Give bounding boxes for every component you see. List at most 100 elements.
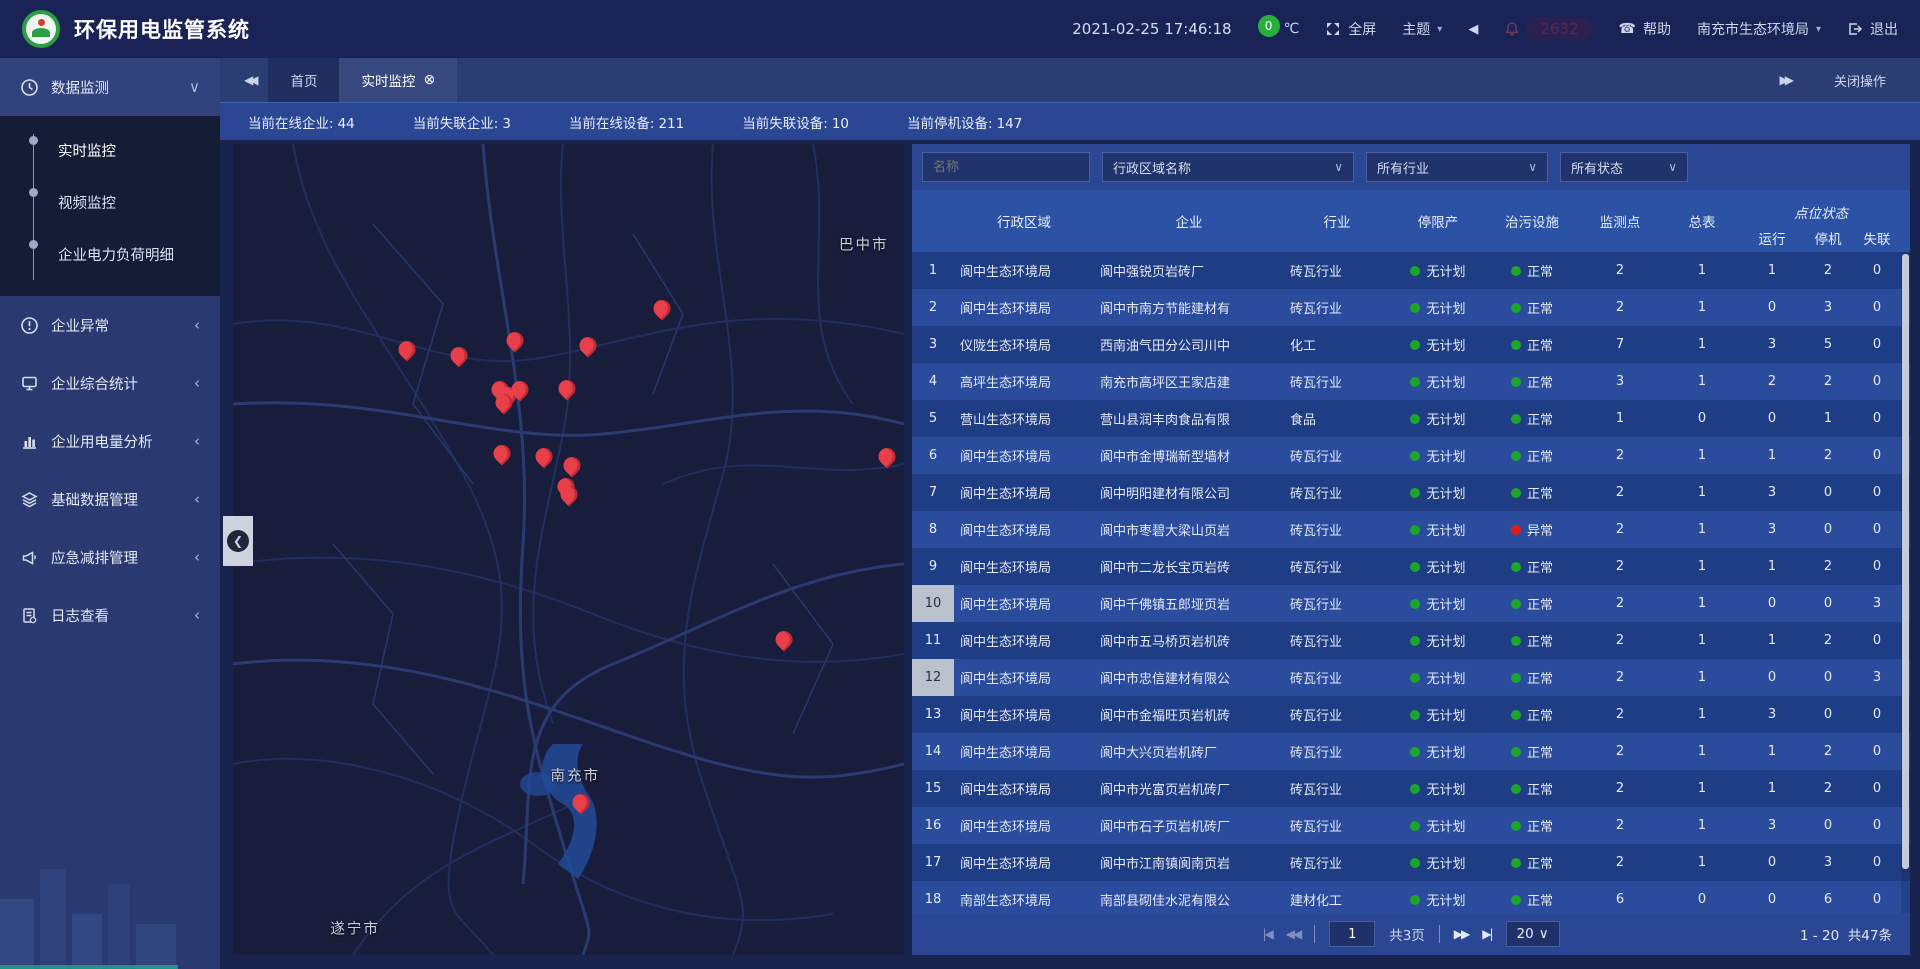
stat-item-0: 当前在线企业:44: [248, 112, 355, 132]
status-dot: [1511, 784, 1521, 794]
industry-select[interactable]: 所有行业∨: [1366, 152, 1548, 182]
chevron-down-icon: ∨: [1539, 926, 1549, 942]
status-select[interactable]: 所有状态∨: [1560, 152, 1688, 182]
table-row-12[interactable]: 12阆中生态环境局阆中市忠信建材有限公砖瓦行业无计划正常21003: [912, 659, 1910, 696]
cell-device-status: 正常: [1486, 585, 1578, 622]
row-index: 6: [912, 437, 954, 474]
sidebar-item-label: 企业用电量分析: [51, 431, 182, 452]
cell-stop-status: 无计划: [1390, 770, 1486, 807]
cell-industry: 建材化工: [1284, 881, 1390, 913]
cell-device-status: 正常: [1486, 770, 1578, 807]
close-operations-button[interactable]: 关闭操作: [1834, 71, 1886, 90]
table-scrollbar-thumb[interactable]: [1902, 254, 1909, 869]
table-row-2[interactable]: 2阆中生态环境局阆中市南方节能建材有砖瓦行业无计划正常21030: [912, 289, 1910, 326]
cell-run-count: 3: [1742, 474, 1802, 511]
table-row-8[interactable]: 8阆中生态环境局阆中市枣碧大梁山页岩砖瓦行业无计划异常21300: [912, 511, 1910, 548]
pager-divider: [1314, 925, 1315, 943]
tabs-scroll-right-button[interactable]: ▶▶: [1770, 73, 1800, 87]
tabs-scroll-left-button[interactable]: ◀◀: [234, 73, 264, 87]
notifications-button[interactable]: 2632: [1504, 18, 1592, 40]
cell-halt-count: 0: [1802, 807, 1854, 844]
cell-device-status: 正常: [1486, 622, 1578, 659]
table-row-7[interactable]: 7阆中生态环境局阆中明阳建材有限公司砖瓦行业无计划正常21300: [912, 474, 1910, 511]
table-row-4[interactable]: 4高坪生态环境局南充市高坪区王家店建砖瓦行业无计划正常31220: [912, 363, 1910, 400]
layers-icon: [20, 490, 39, 509]
status-dot: [1511, 340, 1521, 350]
cell-region: 阆中生态环境局: [954, 585, 1094, 622]
cell-stop-status: 无计划: [1390, 844, 1486, 881]
tab-1[interactable]: 实时监控⊗: [339, 58, 457, 102]
cell-stop-status: 无计划: [1390, 659, 1486, 696]
next-page-button[interactable]: ▶▶: [1454, 927, 1468, 941]
table-row-17[interactable]: 17阆中生态环境局阆中市江南镇阆南页岩砖瓦行业无计划正常21030: [912, 844, 1910, 881]
last-page-button[interactable]: ▶|: [1482, 927, 1491, 941]
cell-stop-status: 无计划: [1390, 511, 1486, 548]
table-row-6[interactable]: 6阆中生态环境局阆中市金博瑞新型墙材砖瓦行业无计划正常21120: [912, 437, 1910, 474]
sidebar-item-label: 数据监测: [51, 77, 177, 98]
cell-industry: 化工: [1284, 326, 1390, 363]
table-row-14[interactable]: 14阆中生态环境局阆中大兴页岩机砖厂砖瓦行业无计划正常21120: [912, 733, 1910, 770]
name-search-input[interactable]: [933, 160, 1079, 175]
cell-device-status: 正常: [1486, 659, 1578, 696]
table-row-16[interactable]: 16阆中生态环境局阆中市石子页岩机砖厂砖瓦行业无计划正常21300: [912, 807, 1910, 844]
cell-device-status: 正常: [1486, 289, 1578, 326]
table-row-11[interactable]: 11阆中生态环境局阆中市五马桥页岩机砖砖瓦行业无计划正常21120: [912, 622, 1910, 659]
tab-0[interactable]: 首页: [268, 58, 339, 102]
sidebar-item-3[interactable]: 企业用电量分析‹: [0, 412, 220, 470]
volume-muted-icon: ◀: [1468, 22, 1478, 37]
table-row-5[interactable]: 5营山生态环境局营山县润丰肉食品有限食品无计划正常10010: [912, 400, 1910, 437]
logout-icon: [1847, 21, 1863, 37]
status-dot: [1410, 377, 1420, 387]
sidebar-item-5[interactable]: 应急减排管理‹: [0, 528, 220, 586]
table-row-3[interactable]: 3仪陇生态环境局西南油气田分公司川中化工无计划正常71350: [912, 326, 1910, 363]
cell-meter-count: 1: [1662, 326, 1742, 363]
tab-close-icon[interactable]: ⊗: [423, 72, 435, 88]
fullscreen-button[interactable]: 全屏: [1325, 19, 1376, 39]
help-button[interactable]: ☎ 帮助: [1619, 19, 1671, 39]
cell-stop-status: 无计划: [1390, 696, 1486, 733]
sidebar-subitem-2[interactable]: 企业电力负荷明细: [0, 228, 220, 280]
column-header-5: 治污设施: [1486, 190, 1578, 252]
sidebar-item-4[interactable]: 基础数据管理‹: [0, 470, 220, 528]
cell-region: 阆中生态环境局: [954, 659, 1094, 696]
cell-monitor-count: 6: [1578, 881, 1662, 913]
cell-region: 营山生态环境局: [954, 400, 1094, 437]
cell-monitor-count: 2: [1578, 622, 1662, 659]
sidebar-subitem-1[interactable]: 视频监控: [0, 176, 220, 228]
cell-region: 阆中生态环境局: [954, 474, 1094, 511]
region-select[interactable]: 行政区域名称∨: [1102, 152, 1354, 182]
row-index: 12: [912, 659, 954, 696]
table-row-9[interactable]: 9阆中生态环境局阆中市二龙长宝页岩砖砖瓦行业无计划正常21120: [912, 548, 1910, 585]
logout-button[interactable]: 退出: [1847, 19, 1898, 39]
map-canvas[interactable]: 巴中市南充市遂宁市 ❮: [233, 144, 904, 955]
column-header-6: 监测点: [1578, 190, 1662, 252]
org-menu-button[interactable]: 南充市生态环境局▾: [1697, 19, 1821, 39]
map-collapse-button[interactable]: ❮: [223, 516, 253, 566]
page-size-select[interactable]: 20∨: [1506, 921, 1560, 947]
cell-company: 阆中市金博瑞新型墙材: [1094, 437, 1284, 474]
sidebar-item-2[interactable]: 企业综合统计‹: [0, 354, 220, 412]
cell-halt-count: 2: [1802, 437, 1854, 474]
sidebar-item-6[interactable]: 日志查看‹: [0, 586, 220, 644]
table-row-18[interactable]: 18南部生态环境局南部县砌佳水泥有限公建材化工无计划正常60060: [912, 881, 1910, 913]
sidebar-subitem-0[interactable]: 实时监控: [0, 124, 220, 176]
status-dot: [1511, 747, 1521, 757]
status-dot: [1511, 377, 1521, 387]
cell-run-count: 0: [1742, 881, 1802, 913]
table-row-10[interactable]: 10阆中生态环境局阆中千佛镇五郎垭页岩砖瓦行业无计划正常21003: [912, 585, 1910, 622]
cell-stop-status: 无计划: [1390, 326, 1486, 363]
sidebar-item-1[interactable]: 企业异常‹: [0, 296, 220, 354]
row-index: 1: [912, 252, 954, 289]
first-page-button[interactable]: |◀: [1262, 927, 1271, 941]
theme-menu-button[interactable]: 主题▾: [1402, 19, 1442, 39]
table-scrollbar-track[interactable]: [1901, 252, 1910, 913]
sidebar-item-0[interactable]: 数据监测∨: [0, 58, 220, 116]
cell-device-status: 正常: [1486, 252, 1578, 289]
status-dot: [1410, 821, 1420, 831]
prev-page-button[interactable]: ◀◀: [1286, 927, 1300, 941]
table-row-15[interactable]: 15阆中生态环境局阆中市光富页岩机砖厂砖瓦行业无计划正常21120: [912, 770, 1910, 807]
table-row-13[interactable]: 13阆中生态环境局阆中市金福旺页岩机砖砖瓦行业无计划正常21300: [912, 696, 1910, 733]
mute-button[interactable]: ◀: [1468, 22, 1478, 37]
table-row-1[interactable]: 1阆中生态环境局阆中强锐页岩砖厂砖瓦行业无计划正常21120: [912, 252, 1910, 289]
page-number-input[interactable]: [1329, 921, 1375, 947]
